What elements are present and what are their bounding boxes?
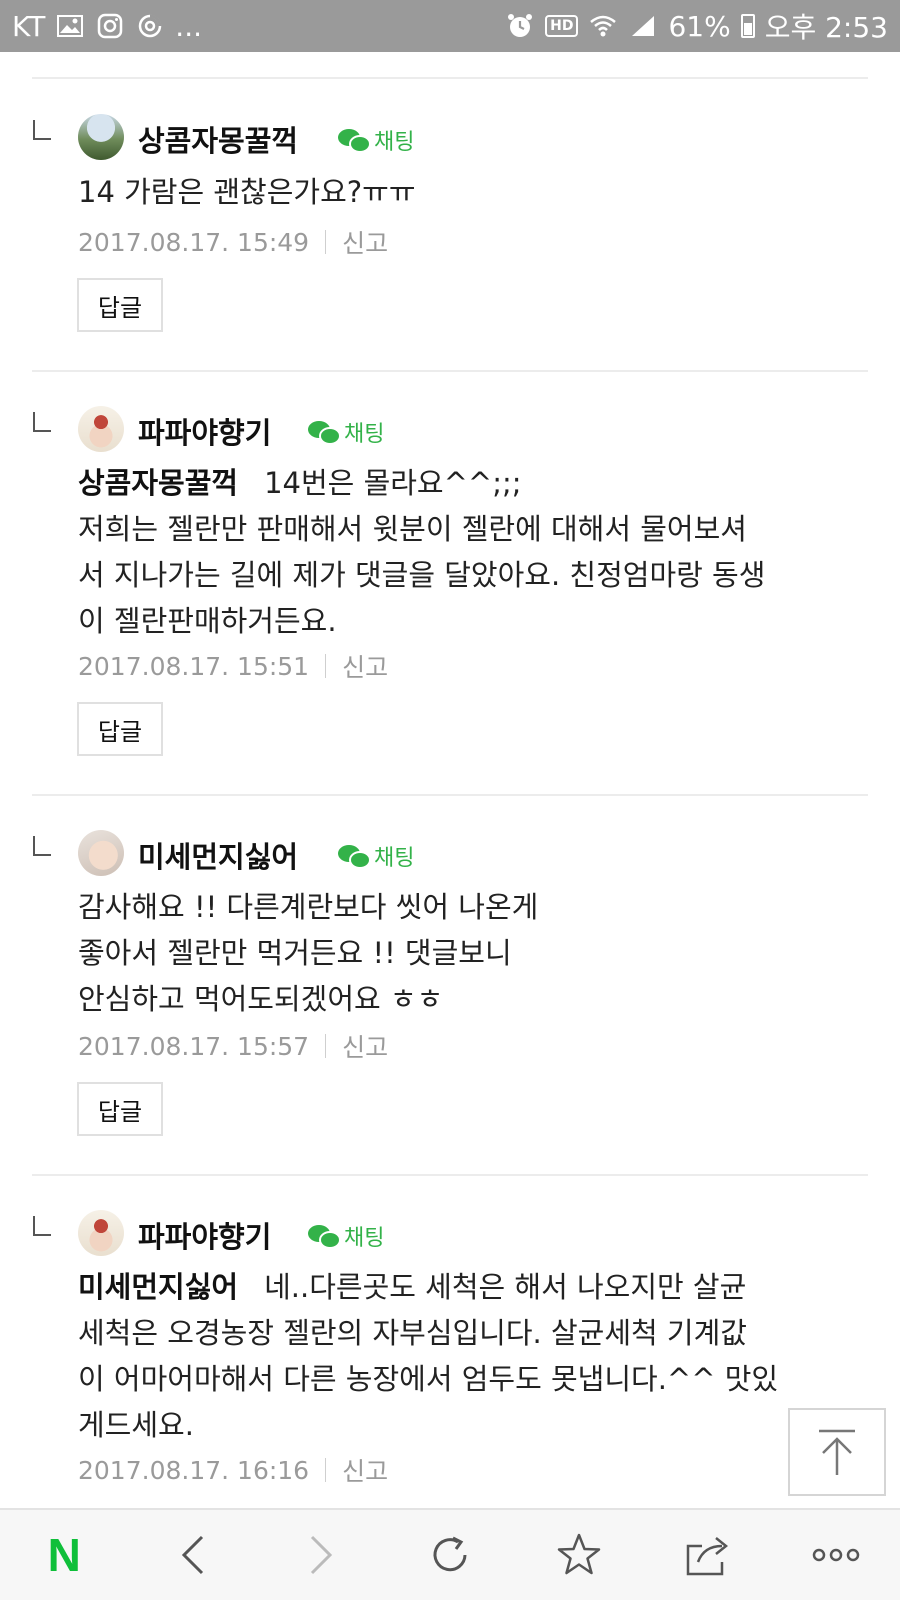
back-icon[interactable]: [153, 1515, 233, 1595]
comment-line: 이 젤란판매하거든요.: [78, 604, 337, 638]
meta-separator: [325, 654, 327, 678]
reply-button[interactable]: 답글: [77, 1082, 163, 1136]
naver-logo: N: [47, 1529, 81, 1581]
bookmark-star-icon[interactable]: [539, 1515, 619, 1595]
chat-label: 채팅: [374, 130, 415, 155]
browser-toolbar: N: [0, 1508, 900, 1600]
arrow-up-to-top-icon: [819, 1429, 855, 1475]
comment-text: 상콤자몽꿀꺽 14번은 몰라요^^;;; 저희는 젤란만 판매해서 윗분이 젤란에…: [78, 460, 868, 644]
comment-meta: 2017.08.17. 15:51 신고: [78, 648, 388, 684]
comment-line: 서 지나가는 길에 제가 댓글을 달았아요. 친정엄마랑 동생: [78, 558, 766, 592]
gallery-icon: [55, 11, 85, 41]
comment-line-text: 14번은 몰라요^^;;;: [264, 466, 522, 500]
reply-button[interactable]: 답글: [77, 702, 163, 756]
comment-text: 미세먼지싫어 네..다른곳도 세척은 해서 나오지만 살균 세척은 오경농장 젤란…: [78, 1264, 868, 1448]
forward-icon[interactable]: [281, 1515, 361, 1595]
comment-line: 세척은 오경농장 젤란의 자부심입니다. 살균세척 기계값: [78, 1316, 747, 1350]
divider: [32, 77, 868, 79]
avatar[interactable]: [78, 830, 124, 876]
chat-bubble-icon: [308, 421, 341, 445]
mention-author[interactable]: 미세먼지싫어: [78, 1270, 238, 1304]
carrier-label: KT: [12, 9, 46, 43]
report-link[interactable]: 신고: [342, 648, 388, 684]
comment-line: 게드세요.: [78, 1408, 194, 1442]
comment-text: 14 가람은 괜찮은가요?ㅠㅠ: [78, 169, 868, 215]
comment-author[interactable]: 상콤자몽꿀꺽: [138, 118, 298, 160]
clock: 오후 2:53: [764, 11, 888, 44]
report-link[interactable]: 신고: [342, 224, 388, 260]
more-icon[interactable]: [796, 1515, 876, 1595]
chat-bubble-icon: [338, 129, 371, 153]
chat-button[interactable]: 채팅: [338, 124, 414, 156]
divider: [32, 370, 868, 372]
reply-indent-icon: [33, 1216, 51, 1236]
share-icon[interactable]: [667, 1515, 747, 1595]
comment-line: 14 가람은 괜찮은가요?ㅠㅠ: [78, 175, 416, 209]
meta-separator: [325, 1458, 327, 1482]
divider: [32, 1174, 868, 1176]
reply-indent-icon: [33, 412, 51, 432]
alarm-icon: [505, 11, 535, 41]
status-bar: KT ... HD 61% 오후 2:53: [0, 0, 900, 52]
report-link[interactable]: 신고: [342, 1028, 388, 1064]
meta-separator: [325, 1034, 327, 1058]
refresh-icon[interactable]: [410, 1515, 490, 1595]
report-link[interactable]: 신고: [342, 1452, 388, 1488]
avatar[interactable]: [78, 406, 124, 452]
divider: [32, 794, 868, 796]
hd-voice-icon: HD: [545, 15, 579, 37]
comment-author[interactable]: 미세먼지싫어: [138, 834, 298, 876]
comment-meta: 2017.08.17. 15:49 신고: [78, 224, 388, 260]
comment-line: 저희는 젤란만 판매해서 윗분이 젤란에 대해서 물어보셔: [78, 512, 747, 546]
chat-bubble-icon: [308, 1225, 341, 1249]
reply-indent-icon: [33, 120, 51, 140]
reply-button[interactable]: 답글: [77, 278, 163, 332]
comment-date: 2017.08.17. 16:16: [78, 1455, 310, 1485]
comment-author[interactable]: 파파야향기: [138, 410, 271, 452]
comment-line-text: 네..다른곳도 세척은 해서 나오지만 살균: [264, 1270, 747, 1304]
chat-label: 채팅: [374, 846, 415, 871]
comment-line: 안심하고 먹어도되겠어요 ㅎㅎ: [78, 982, 444, 1016]
comment-text: 감사해요 !! 다른계란보다 씻어 나온게 좋아서 젤란만 먹거든요 !! 댓글…: [78, 884, 868, 1022]
comment-date: 2017.08.17. 15:49: [78, 227, 310, 257]
avatar[interactable]: [78, 1210, 124, 1256]
comment-meta: 2017.08.17. 15:57 신고: [78, 1028, 388, 1064]
status-bar-right: HD 61% 오후 2:53: [505, 6, 888, 46]
scroll-to-top-button[interactable]: [788, 1408, 886, 1496]
comment-date: 2017.08.17. 15:51: [78, 651, 310, 681]
wifi-icon: [588, 11, 618, 41]
battery-icon: [740, 14, 755, 38]
comment-line: 상콤자몽꿀꺽 14번은 몰라요^^;;;: [78, 460, 868, 506]
chat-button[interactable]: 채팅: [308, 416, 384, 448]
chat-label: 채팅: [344, 422, 385, 447]
chat-bubble-icon: [338, 845, 371, 869]
battery-percent: 61%: [668, 9, 731, 43]
comment-author[interactable]: 파파야향기: [138, 1214, 271, 1256]
reply-indent-icon: [33, 836, 51, 856]
more-notifications: ...: [175, 9, 202, 43]
comment-date: 2017.08.17. 15:57: [78, 1031, 310, 1061]
comment-list[interactable]: 상콤자몽꿀꺽 채팅 14 가람은 괜찮은가요?ㅠㅠ 2017.08.17. 15…: [0, 52, 900, 1508]
chat-button[interactable]: 채팅: [308, 1220, 384, 1252]
signal-icon: [628, 11, 658, 41]
comment-line: 감사해요 !! 다른계란보다 씻어 나온게: [78, 890, 539, 924]
naver-home-icon[interactable]: N: [24, 1515, 104, 1595]
comment-line: 좋아서 젤란만 먹거든요 !! 댓글보니: [78, 936, 512, 970]
comment-line: 미세먼지싫어 네..다른곳도 세척은 해서 나오지만 살균: [78, 1264, 868, 1310]
mention-author[interactable]: 상콤자몽꿀꺽: [78, 466, 238, 500]
meta-separator: [325, 230, 327, 254]
comment-meta: 2017.08.17. 16:16 신고: [78, 1452, 388, 1488]
comment-line: 이 어마어마해서 다른 농장에서 엄두도 못냅니다.^^ 맛있: [78, 1362, 779, 1396]
instagram-icon: [95, 11, 125, 41]
status-bar-left: KT ...: [12, 10, 202, 43]
chat-label: 채팅: [344, 1226, 385, 1251]
avatar[interactable]: [78, 114, 124, 160]
app-notification-icon: [135, 11, 165, 41]
chat-button[interactable]: 채팅: [338, 840, 414, 872]
